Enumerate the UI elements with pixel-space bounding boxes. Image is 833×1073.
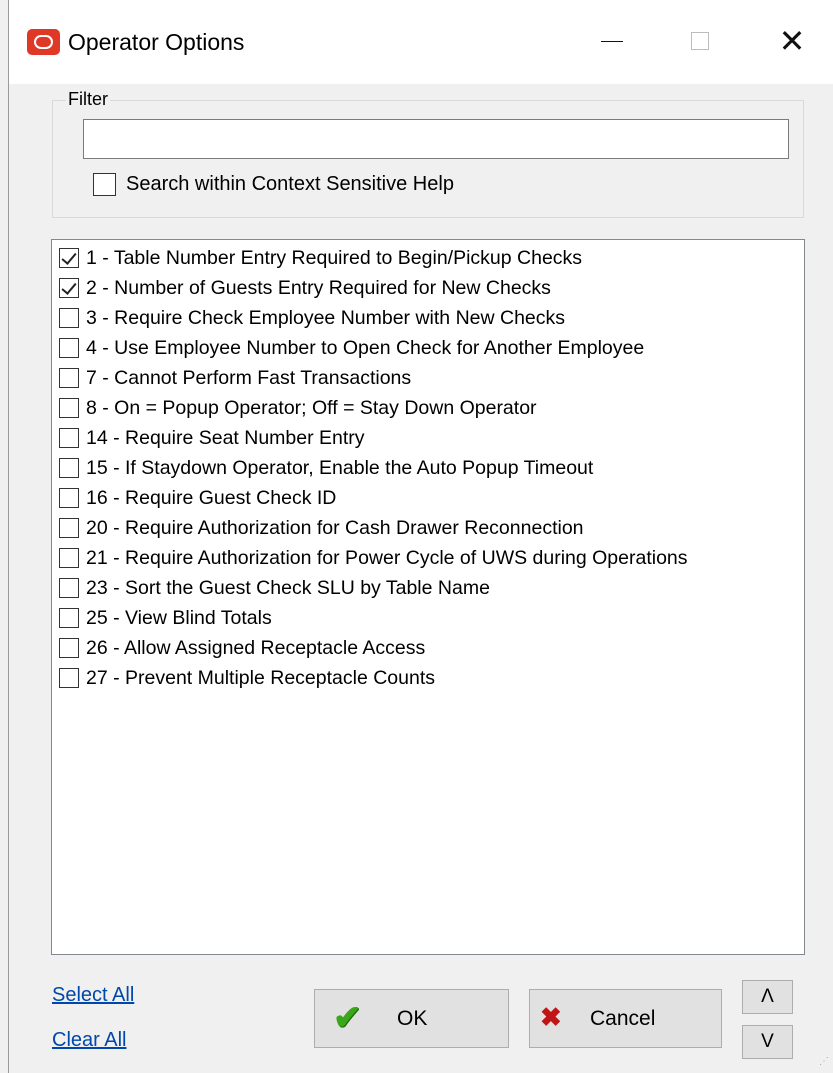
option-label: 27 - Prevent Multiple Receptacle Counts xyxy=(86,666,436,689)
option-label: 1 - Table Number Entry Required to Begin… xyxy=(86,246,583,269)
move-up-button[interactable]: Λ xyxy=(742,980,793,1014)
list-item[interactable]: 16 - Require Guest Check ID xyxy=(59,483,336,513)
option-label: 26 - Allow Assigned Receptacle Access xyxy=(86,636,426,659)
list-item[interactable]: 3 - Require Check Employee Number with N… xyxy=(59,303,565,333)
list-item[interactable]: 1 - Table Number Entry Required to Begin… xyxy=(59,243,582,273)
option-label: 8 - On = Popup Operator; Off = Stay Down… xyxy=(86,396,537,419)
filter-input[interactable] xyxy=(83,119,789,159)
option-label: 16 - Require Guest Check ID xyxy=(86,486,337,509)
checkmark-icon: ✔ xyxy=(333,999,362,1037)
option-checkbox[interactable] xyxy=(59,548,79,568)
maximize-button[interactable] xyxy=(670,18,730,64)
option-checkbox[interactable] xyxy=(59,278,79,298)
option-checkbox[interactable] xyxy=(59,668,79,688)
cancel-label: Cancel xyxy=(590,1006,656,1030)
search-help-checkbox[interactable] xyxy=(93,173,116,196)
list-item[interactable]: 26 - Allow Assigned Receptacle Access xyxy=(59,633,425,663)
option-checkbox[interactable] xyxy=(59,518,79,538)
option-label: 14 - Require Seat Number Entry xyxy=(86,426,365,449)
list-item[interactable]: 27 - Prevent Multiple Receptacle Counts xyxy=(59,663,435,693)
option-label: 21 - Require Authorization for Power Cyc… xyxy=(86,546,688,569)
option-label: 23 - Sort the Guest Check SLU by Table N… xyxy=(86,576,490,599)
option-label: 25 - View Blind Totals xyxy=(86,606,272,629)
option-label: 3 - Require Check Employee Number with N… xyxy=(86,306,566,329)
option-checkbox[interactable] xyxy=(59,578,79,598)
minimize-icon xyxy=(601,40,623,42)
select-all-link[interactable]: Select All xyxy=(52,984,134,1007)
minimize-button[interactable] xyxy=(582,18,642,64)
list-item[interactable]: 20 - Require Authorization for Cash Draw… xyxy=(59,513,584,543)
list-item[interactable]: 2 - Number of Guests Entry Required for … xyxy=(59,273,551,303)
option-checkbox[interactable] xyxy=(59,248,79,268)
option-checkbox[interactable] xyxy=(59,368,79,388)
filter-group xyxy=(52,100,804,218)
list-item[interactable]: 14 - Require Seat Number Entry xyxy=(59,423,365,453)
move-down-button[interactable]: V xyxy=(742,1025,793,1059)
x-icon: ✖ xyxy=(540,1002,562,1032)
option-label: 4 - Use Employee Number to Open Check fo… xyxy=(86,336,645,359)
filter-legend: Filter xyxy=(66,89,110,110)
clear-all-link[interactable]: Clear All xyxy=(52,1029,126,1052)
option-checkbox[interactable] xyxy=(59,608,79,628)
list-item[interactable]: 7 - Cannot Perform Fast Transactions xyxy=(59,363,411,393)
option-checkbox[interactable] xyxy=(59,428,79,448)
options-listbox[interactable]: 1 - Table Number Entry Required to Begin… xyxy=(51,239,805,955)
resize-grip-icon[interactable]: ⋰ xyxy=(819,1056,829,1067)
option-checkbox[interactable] xyxy=(59,308,79,328)
option-label: 15 - If Staydown Operator, Enable the Au… xyxy=(86,456,594,479)
option-checkbox[interactable] xyxy=(59,488,79,508)
option-label: 2 - Number of Guests Entry Required for … xyxy=(86,276,551,299)
list-item[interactable]: 4 - Use Employee Number to Open Check fo… xyxy=(59,333,644,363)
close-button[interactable]: ✕ xyxy=(762,18,822,64)
option-checkbox[interactable] xyxy=(59,638,79,658)
search-help-option[interactable]: Search within Context Sensitive Help xyxy=(93,173,454,196)
cancel-button[interactable]: ✖ Cancel xyxy=(529,989,722,1048)
oracle-logo-icon xyxy=(27,29,60,55)
list-item[interactable]: 15 - If Staydown Operator, Enable the Au… xyxy=(59,453,593,483)
list-item[interactable]: 8 - On = Popup Operator; Off = Stay Down… xyxy=(59,393,537,423)
search-help-label: Search within Context Sensitive Help xyxy=(126,173,454,195)
window-title: Operator Options xyxy=(68,29,245,55)
list-item[interactable]: 23 - Sort the Guest Check SLU by Table N… xyxy=(59,573,490,603)
maximize-icon xyxy=(691,32,709,50)
list-item[interactable]: 21 - Require Authorization for Power Cyc… xyxy=(59,543,688,573)
option-label: 7 - Cannot Perform Fast Transactions xyxy=(86,366,412,389)
ok-button[interactable]: ✔ OK xyxy=(314,989,509,1048)
option-checkbox[interactable] xyxy=(59,338,79,358)
list-item[interactable]: 25 - View Blind Totals xyxy=(59,603,272,633)
option-checkbox[interactable] xyxy=(59,458,79,478)
option-checkbox[interactable] xyxy=(59,398,79,418)
option-label: 20 - Require Authorization for Cash Draw… xyxy=(86,516,584,539)
ok-label: OK xyxy=(397,1006,428,1030)
